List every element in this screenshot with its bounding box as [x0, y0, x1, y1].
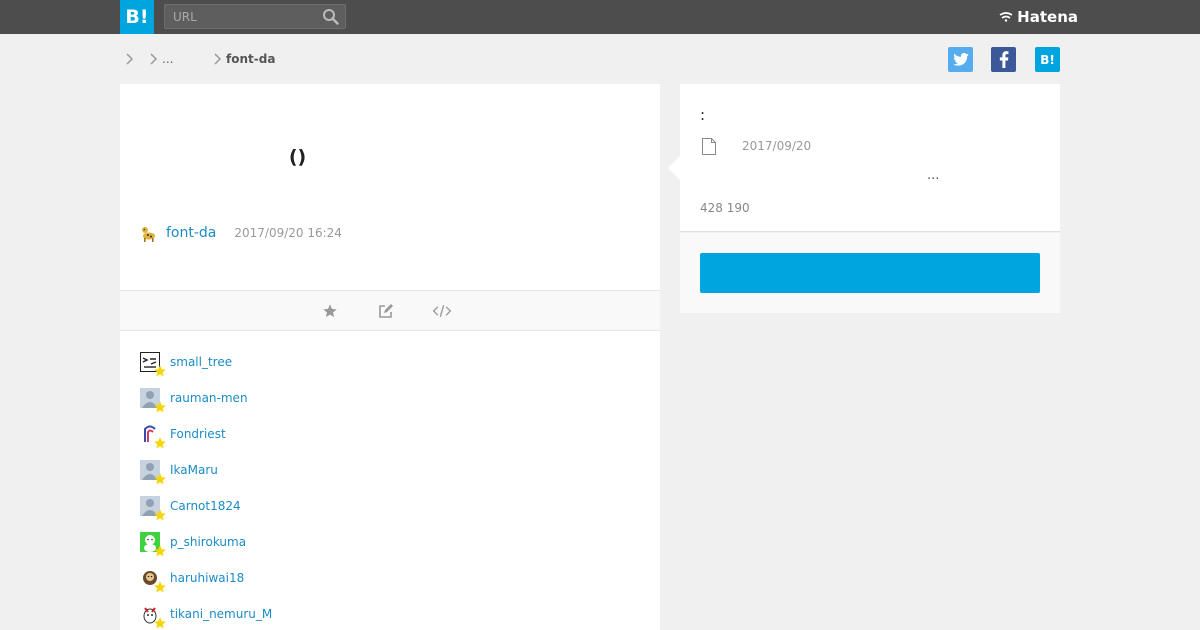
twitter-share-button[interactable]: [948, 47, 973, 72]
star-icon: [154, 437, 166, 449]
hatena-brand-link[interactable]: Hatena: [999, 7, 1078, 27]
chevron-right-icon: [126, 53, 134, 65]
facebook-share-button[interactable]: [991, 47, 1016, 72]
entry-toolbar: [120, 290, 660, 331]
bookmark-user-link[interactable]: Carnot1824: [170, 499, 241, 513]
star-icon: [154, 581, 166, 593]
edit-icon: [379, 304, 393, 318]
star-icon: [323, 304, 337, 318]
edit-button[interactable]: [376, 301, 396, 321]
panel-pointer: [668, 156, 680, 180]
star-button[interactable]: [320, 301, 340, 321]
hatebu-share-button[interactable]: B!: [1035, 47, 1060, 72]
breadcrumb-item-category[interactable]: ...: [162, 52, 212, 66]
search-box[interactable]: [164, 4, 346, 29]
hatebu-logo[interactable]: B!: [120, 0, 154, 34]
bookmark-user-link[interactable]: IkaMaru: [170, 463, 218, 477]
star-icon: [154, 509, 166, 521]
summary-actions: [680, 233, 1060, 313]
facebook-icon: [999, 51, 1008, 68]
search-input[interactable]: [165, 5, 315, 28]
summary-heading: :: [700, 106, 706, 124]
bookmark-user-link[interactable]: haruhiwai18: [170, 571, 244, 585]
bookmark-user-link[interactable]: small_tree: [170, 355, 232, 369]
entry-site-link[interactable]: font-da: [166, 225, 216, 241]
entry-meta: font-da 2017/09/20 16:24: [140, 222, 342, 244]
summary-date: 2017/09/20: [742, 139, 812, 153]
bookmark-user-link[interactable]: p_shirokuma: [170, 535, 246, 549]
site-favicon-icon: [142, 227, 155, 242]
add-bookmark-button[interactable]: [700, 253, 1040, 293]
star-icon: [154, 365, 166, 377]
breadcrumb-current: font-da: [226, 52, 276, 66]
breadcrumb: ... font-da: [124, 50, 275, 68]
summary-panel: : 2017/09/20 ... 428 190: [668, 84, 1060, 313]
hatena-logo-icon: [999, 12, 1013, 22]
twitter-icon: [952, 53, 969, 66]
chevron-right-icon: [150, 53, 158, 65]
bookmark-user-link[interactable]: Fondriest: [170, 427, 226, 441]
top-bar: B! Hatena: [0, 0, 1200, 34]
summary-counts: 428 190: [700, 201, 750, 215]
entry-date: 2017/09/20 16:24: [234, 226, 342, 240]
chevron-right-icon: [214, 53, 222, 65]
star-icon: [154, 617, 166, 629]
entry-title[interactable]: (): [120, 146, 475, 168]
embed-code-icon: [432, 304, 452, 318]
entry-panel: () font-da 2017/09/20 16:24 small_tree r…: [120, 84, 660, 630]
star-icon: [154, 473, 166, 485]
document-icon: [702, 138, 716, 155]
brand-name: Hatena: [1017, 8, 1078, 26]
star-icon: [154, 401, 166, 413]
star-icon: [154, 545, 166, 557]
search-icon[interactable]: [322, 8, 339, 25]
bookmark-user-link[interactable]: tikani_nemuru_M: [170, 607, 272, 621]
bookmark-user-link[interactable]: rauman-men: [170, 391, 248, 405]
summary-info: : 2017/09/20 ... 428 190: [668, 84, 1060, 232]
embed-button[interactable]: [432, 301, 452, 321]
summary-more-link[interactable]: ...: [927, 168, 939, 183]
